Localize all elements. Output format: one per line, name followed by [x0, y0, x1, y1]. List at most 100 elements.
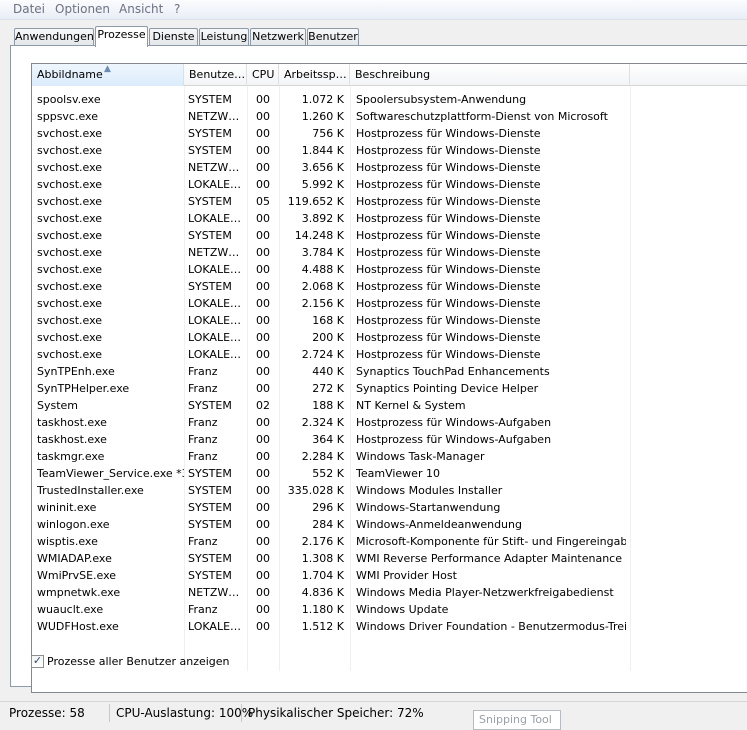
process-memory: 168 K: [312, 314, 344, 327]
process-cpu: 00: [256, 280, 270, 293]
process-memory: 2.068 K: [301, 280, 344, 293]
tab-dienste[interactable]: Dienste: [149, 28, 198, 46]
process-memory: 335.028 K: [287, 484, 344, 497]
table-row[interactable]: wininit.exe SYSTEM 00 296 K Windows-Startanw…: [32, 499, 747, 516]
menu-optionen[interactable]: Optionen: [55, 2, 110, 16]
table-row[interactable]: sppsvc.exe NETZW… 00 1.260 K Softwareschutzp…: [32, 108, 747, 125]
table-row[interactable]: System SYSTEM 02 188 K NT Kernel & System: [32, 397, 747, 414]
process-user: SYSTEM: [188, 229, 232, 242]
table-row[interactable]: spoolsv.exe SYSTEM 00 1.072 K Spoolersubsyst…: [32, 91, 747, 108]
table-row[interactable]: svchost.exe LOKALE… 00 4.488 K Hostprozess f…: [32, 261, 747, 278]
table-row[interactable]: svchost.exe SYSTEM 00 14.248 K Hostprozess f…: [32, 227, 747, 244]
table-row[interactable]: wisptis.exe Franz 00 2.176 K Microsoft-Kompo…: [32, 533, 747, 550]
process-memory: 2.176 K: [301, 535, 344, 548]
process-memory: 1.308 K: [301, 552, 344, 565]
column-header-memory[interactable]: Arbeitssp…: [279, 64, 350, 86]
column-header-user[interactable]: Benutze…: [184, 64, 247, 86]
process-user: SYSTEM: [188, 280, 232, 293]
table-row[interactable]: svchost.exe LOKALE… 00 5.992 K Hostprozess f…: [32, 176, 747, 193]
tab-benutzer[interactable]: Benutzer: [307, 28, 359, 46]
column-header-cpu[interactable]: CPU: [247, 64, 279, 86]
process-description: Microsoft-Komponente für Stift- und Fing…: [356, 535, 626, 548]
process-memory: 1.704 K: [301, 569, 344, 582]
process-cpu: 00: [256, 178, 270, 191]
process-name: WmiPrvSE.exe: [37, 569, 117, 582]
table-row[interactable]: TeamViewer_Service.exe *32 SYSTEM 00 552 K T…: [32, 465, 747, 482]
table-row[interactable]: svchost.exe SYSTEM 00 2.068 K Hostprozess fü…: [32, 278, 747, 295]
process-description: Hostprozess für Windows-Dienste: [356, 314, 541, 327]
table-row[interactable]: svchost.exe LOKALE… 00 200 K Hostprozess für…: [32, 329, 747, 346]
process-description: Windows-Startanwendung: [356, 501, 501, 514]
process-description: Windows Driver Foundation - Benutzermodu…: [356, 620, 626, 633]
process-description: Windows Update: [356, 603, 449, 616]
process-cpu: 00: [256, 263, 270, 276]
tab-netzwerk[interactable]: Netzwerk: [250, 28, 306, 46]
table-row[interactable]: svchost.exe LOKALE… 00 2.156 K Hostprozess f…: [32, 295, 747, 312]
process-user: Franz: [188, 433, 218, 446]
menu-ansicht[interactable]: Ansicht: [119, 2, 163, 16]
processes-panel: ▲ Abbildname Benutze… CPU Arbeitssp… Bes…: [10, 45, 747, 693]
process-memory: 14.248 K: [294, 229, 344, 242]
process-name: svchost.exe: [37, 195, 103, 208]
table-row[interactable]: svchost.exe SYSTEM 00 1.844 K Hostprozess fü…: [32, 142, 747, 159]
process-user: NETZW…: [188, 246, 240, 259]
column-header-description[interactable]: Beschreibung: [350, 64, 630, 86]
table-row[interactable]: WUDFHost.exe LOKALE… 00 1.512 K Windows Driv…: [32, 618, 747, 635]
process-user: SYSTEM: [188, 467, 232, 480]
table-row[interactable]: SynTPEnh.exe Franz 00 440 K Synaptics TouchP…: [32, 363, 747, 380]
status-memory-usage: Physikalischer Speicher: 72%: [248, 706, 424, 720]
process-description: Hostprozess für Windows-Dienste: [356, 246, 541, 259]
process-memory: 552 K: [312, 467, 344, 480]
table-row[interactable]: wmpnetwk.exe NETZW… 00 4.836 K Windows Media…: [32, 584, 747, 601]
show-all-users-label[interactable]: Prozesse aller Benutzer anzeigen: [47, 655, 230, 668]
table-row[interactable]: taskmgr.exe Franz 00 2.284 K Windows Task-Ma…: [32, 448, 747, 465]
process-user: SYSTEM: [188, 144, 232, 157]
process-memory: 440 K: [312, 365, 344, 378]
process-user: SYSTEM: [188, 569, 232, 582]
table-row[interactable]: WmiPrvSE.exe SYSTEM 00 1.704 K WMI Provider …: [32, 567, 747, 584]
menu-datei[interactable]: Datei: [13, 2, 45, 16]
table-row[interactable]: WMIADAP.exe SYSTEM 00 1.308 K WMI Reverse Pe…: [32, 550, 747, 567]
process-memory: 1.180 K: [301, 603, 344, 616]
process-name: SynTPEnh.exe: [37, 365, 115, 378]
process-description: Hostprozess für Windows-Dienste: [356, 212, 541, 225]
table-row[interactable]: winlogon.exe SYSTEM 00 284 K Windows-Anmelde…: [32, 516, 747, 533]
process-cpu: 00: [256, 365, 270, 378]
process-description: Hostprozess für Windows-Dienste: [356, 229, 541, 242]
tab-prozesse[interactable]: Prozesse: [95, 26, 148, 47]
process-user: SYSTEM: [188, 127, 232, 140]
table-row[interactable]: taskhost.exe Franz 00 364 K Hostprozess für …: [32, 431, 747, 448]
tab-anwendungen[interactable]: Anwendungen: [14, 28, 94, 46]
process-name: WMIADAP.exe: [37, 552, 112, 565]
process-cpu: 00: [256, 110, 270, 123]
process-user: LOKALE…: [188, 331, 242, 344]
table-row[interactable]: SynTPHelper.exe Franz 00 272 K Synaptics Poi…: [32, 380, 747, 397]
process-list[interactable]: ▲ Abbildname Benutze… CPU Arbeitssp… Bes…: [31, 63, 747, 693]
process-user: NETZW…: [188, 110, 240, 123]
table-row[interactable]: svchost.exe SYSTEM 05 119.652 K Hostprozess …: [32, 193, 747, 210]
table-row[interactable]: svchost.exe SYSTEM 00 756 K Hostprozess für …: [32, 125, 747, 142]
table-row[interactable]: wuauclt.exe Franz 00 1.180 K Windows Update: [32, 601, 747, 618]
table-row[interactable]: svchost.exe LOKALE… 00 168 K Hostprozess für…: [32, 312, 747, 329]
snipping-tool-window[interactable]: Snipping Tool: [473, 710, 561, 730]
table-row[interactable]: taskhost.exe Franz 00 2.324 K Hostprozess fü…: [32, 414, 747, 431]
table-row[interactable]: svchost.exe LOKALE… 00 3.892 K Hostprozess f…: [32, 210, 747, 227]
process-cpu: 00: [256, 331, 270, 344]
process-cpu: 00: [256, 467, 270, 480]
process-cpu: 02: [256, 399, 270, 412]
process-description: Hostprozess für Windows-Dienste: [356, 161, 541, 174]
process-user: NETZW…: [188, 161, 240, 174]
process-cpu: 00: [256, 144, 270, 157]
process-memory: 1.512 K: [301, 620, 344, 633]
table-row[interactable]: TrustedInstaller.exe SYSTEM 00 335.028 K Win…: [32, 482, 747, 499]
process-description: Spoolersubsystem-Anwendung: [356, 93, 527, 106]
table-row[interactable]: svchost.exe NETZW… 00 3.656 K Hostprozess fü…: [32, 159, 747, 176]
process-user: LOKALE…: [188, 212, 242, 225]
tab-leistung[interactable]: Leistung: [199, 28, 249, 46]
table-row[interactable]: svchost.exe LOKALE… 00 2.724 K Hostprozess f…: [32, 346, 747, 363]
process-user: LOKALE…: [188, 297, 242, 310]
column-header-name[interactable]: ▲ Abbildname: [32, 64, 184, 86]
show-all-users-checkbox[interactable]: ✓: [31, 655, 44, 668]
table-row[interactable]: svchost.exe NETZW… 00 3.784 K Hostprozess fü…: [32, 244, 747, 261]
menu-help[interactable]: ?: [174, 2, 180, 16]
